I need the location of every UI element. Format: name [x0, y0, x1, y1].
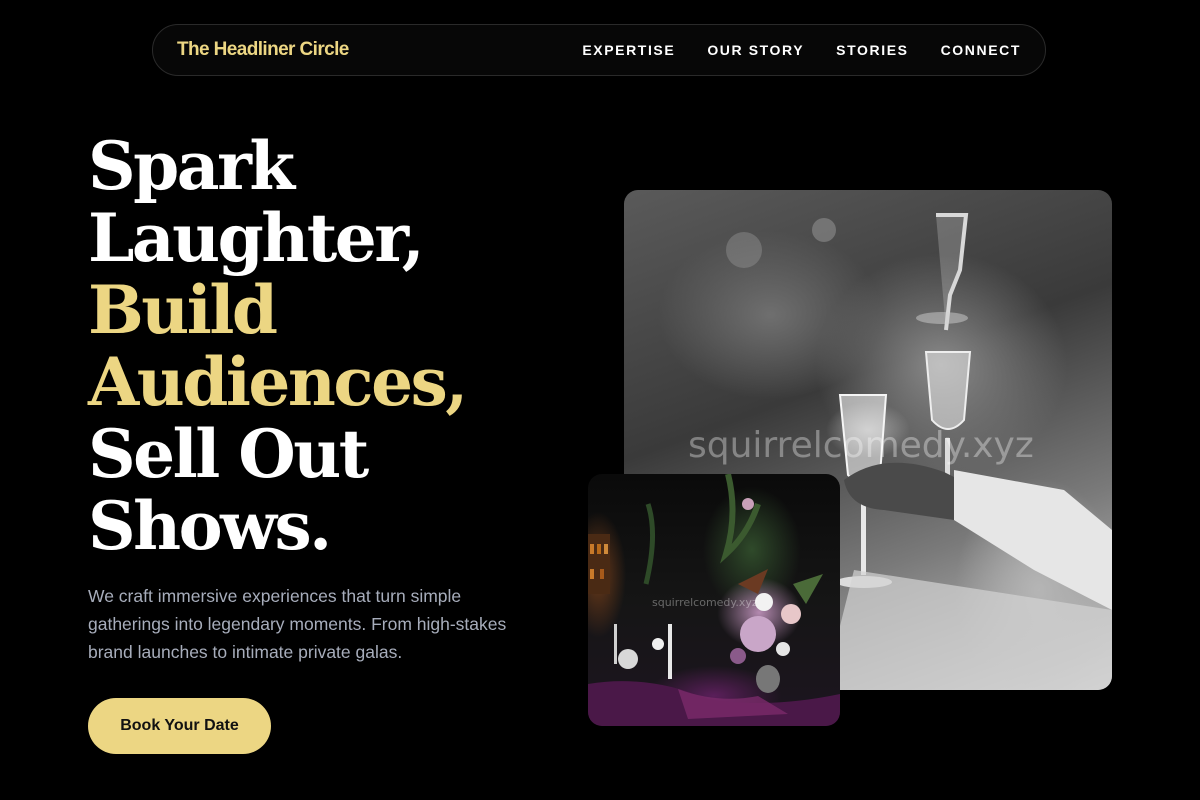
nav-link-our-story[interactable]: OUR STORY	[707, 42, 804, 58]
headline-line: Sell Out	[88, 415, 369, 493]
headline-line: Shows.	[88, 487, 332, 565]
brand-logo-link[interactable]: The Headliner Circle	[177, 39, 349, 61]
headline-line-accent: Audiences,	[88, 343, 468, 421]
hero-description: We craft immersive experiences that turn…	[88, 586, 507, 662]
image-watermark-small: squirrelcomedy.xyz	[652, 596, 758, 609]
floral-centerpiece-photo: squirrelcomedy.xyz	[588, 474, 840, 726]
headline-line: Spark	[88, 127, 295, 205]
image-watermark: squirrelcomedy.xyz	[688, 425, 1034, 466]
book-your-date-button[interactable]: Book Your Date	[88, 698, 271, 754]
headline-line-accent: Build	[88, 271, 278, 349]
top-navbar: The Headliner Circle EXPERTISE OUR STORY…	[152, 24, 1046, 76]
nav-link-stories[interactable]: STORIES	[836, 42, 908, 58]
headline-line: Laughter,	[88, 199, 425, 277]
nav-link-expertise[interactable]: EXPERTISE	[582, 42, 675, 58]
hero-headline: Spark Laughter, Build Audiences, Sell Ou…	[88, 127, 468, 565]
nav-links: EXPERTISE OUR STORY STORIES CONNECT	[582, 42, 1021, 58]
nav-link-connect[interactable]: CONNECT	[941, 42, 1021, 58]
